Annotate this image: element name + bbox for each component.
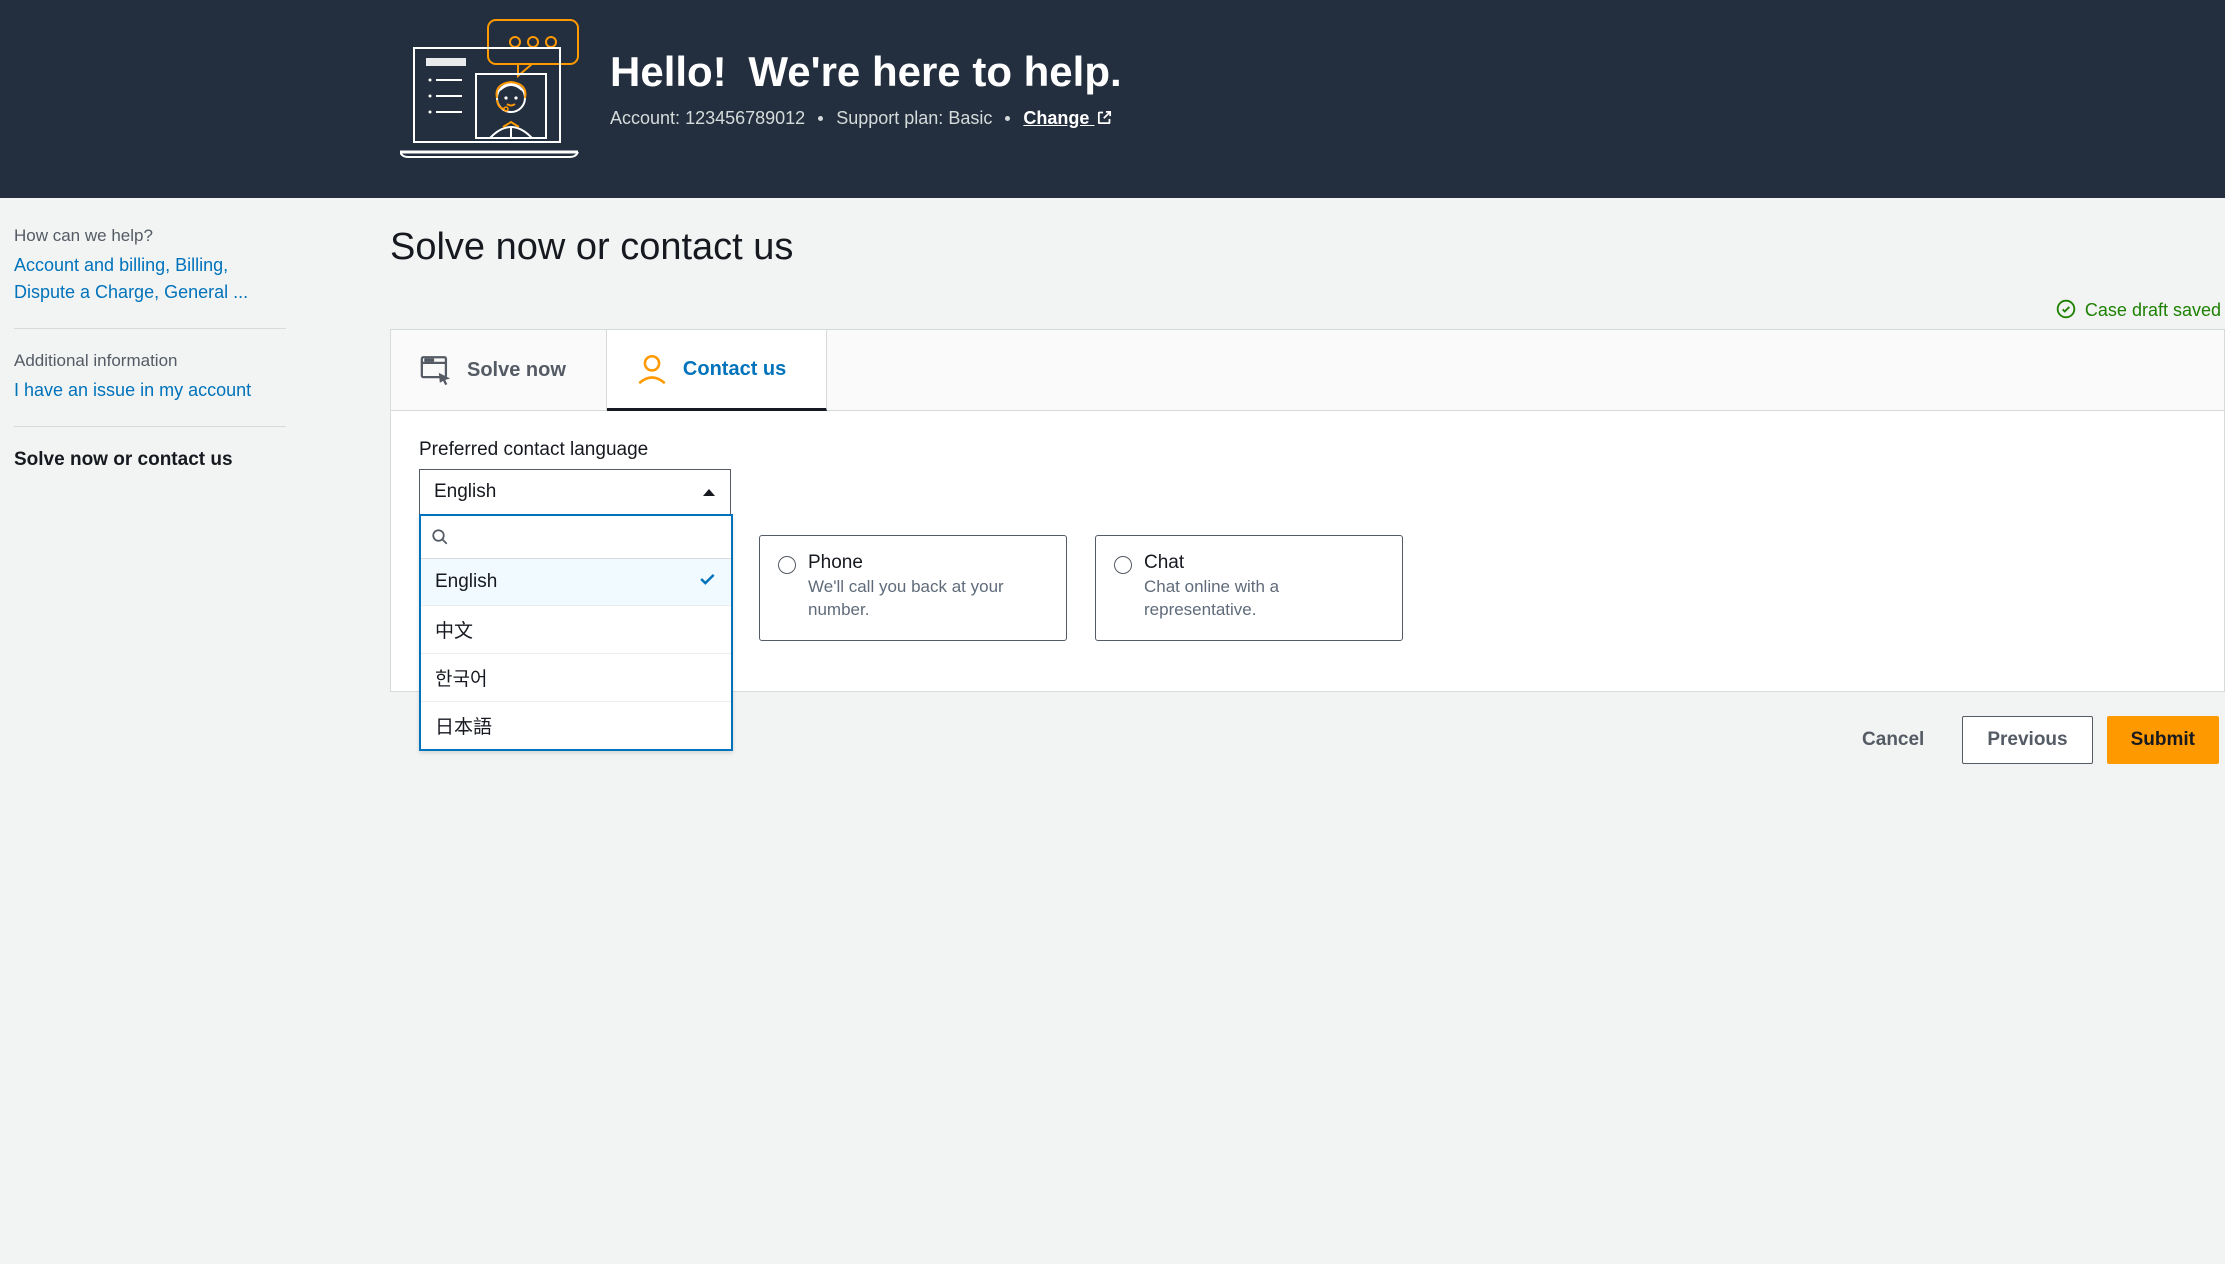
plan-label: Support plan: — [836, 108, 943, 128]
chat-desc: Chat online with a representative. — [1144, 576, 1384, 622]
external-link-icon — [1096, 109, 1113, 126]
previous-button[interactable]: Previous — [1962, 716, 2092, 764]
language-option-japanese[interactable]: 日本語 — [421, 702, 731, 749]
separator-dot — [1005, 116, 1010, 121]
tab-solve-now[interactable]: Solve now — [391, 330, 607, 410]
main: Solve now or contact us Case draft saved — [300, 198, 2225, 1252]
browser-cursor-icon — [419, 353, 453, 387]
sidebar: How can we help? Account and billing, Bi… — [0, 198, 300, 1252]
sidebar-help-label: How can we help? — [14, 226, 286, 246]
language-option-korean[interactable]: 한국어 — [421, 654, 731, 702]
language-selected-value: English — [434, 481, 496, 503]
check-circle-icon — [2056, 299, 2076, 319]
header-meta: Account: 123456789012 Support plan: Basi… — [610, 108, 1122, 129]
language-option-label: 日本語 — [435, 712, 492, 739]
language-option-label: English — [435, 571, 497, 593]
header-title-b: We're here to help. — [748, 48, 1121, 95]
chat-title: Chat — [1144, 552, 1384, 574]
caret-up-icon — [702, 487, 716, 497]
sidebar-help-link[interactable]: Account and billing, Billing, Dispute a … — [14, 252, 286, 306]
radio-chat[interactable] — [1114, 556, 1132, 574]
person-icon — [635, 352, 669, 386]
header-title-a: Hello! — [610, 48, 727, 95]
cancel-button[interactable]: Cancel — [1838, 716, 1948, 764]
language-search-input[interactable] — [455, 516, 731, 558]
contact-option-chat[interactable]: Chat Chat online with a representative. — [1095, 535, 1403, 641]
page-title: Solve now or contact us — [390, 226, 2225, 269]
check-icon — [697, 569, 717, 595]
draft-saved-status: Case draft saved — [390, 299, 2225, 321]
search-icon — [431, 528, 449, 546]
account-id: 123456789012 — [685, 108, 805, 128]
language-option-english[interactable]: English — [421, 559, 731, 606]
support-illustration — [400, 18, 580, 158]
phone-title: Phone — [808, 552, 1048, 574]
header-title: Hello! We're here to help. — [610, 48, 1122, 96]
tab-contact-us[interactable]: Contact us — [607, 330, 827, 411]
contact-option-phone[interactable]: Phone We'll call you back at your number… — [759, 535, 1067, 641]
language-option-label: 中文 — [435, 616, 473, 643]
tab-solve-now-label: Solve now — [467, 359, 566, 382]
sidebar-current-step: Solve now or contact us — [14, 449, 286, 471]
plan-value: Basic — [948, 108, 992, 128]
sidebar-addl-label: Additional information — [14, 351, 286, 371]
language-option-label: 한국어 — [435, 664, 487, 691]
header: Hello! We're here to help. Account: 1234… — [0, 0, 2225, 198]
tab-contact-us-label: Contact us — [683, 358, 786, 381]
contact-panel: Solve now Contact us Preferred contact l… — [390, 329, 2225, 692]
phone-desc: We'll call you back at your number. — [808, 576, 1048, 622]
sidebar-addl-link[interactable]: I have an issue in my account — [14, 377, 286, 404]
separator-dot — [818, 116, 823, 121]
change-plan-link[interactable]: Change — [1023, 108, 1113, 128]
submit-button[interactable]: Submit — [2107, 716, 2219, 764]
radio-phone[interactable] — [778, 556, 796, 574]
language-option-chinese[interactable]: 中文 — [421, 606, 731, 654]
language-field-label: Preferred contact language — [419, 439, 2194, 461]
header-text: Hello! We're here to help. Account: 1234… — [610, 48, 1122, 129]
account-label: Account: — [610, 108, 680, 128]
language-dropdown-panel: English 中文 한국어 — [419, 514, 733, 751]
tabs: Solve now Contact us — [391, 330, 2224, 411]
language-dropdown-button[interactable]: English — [419, 469, 731, 515]
